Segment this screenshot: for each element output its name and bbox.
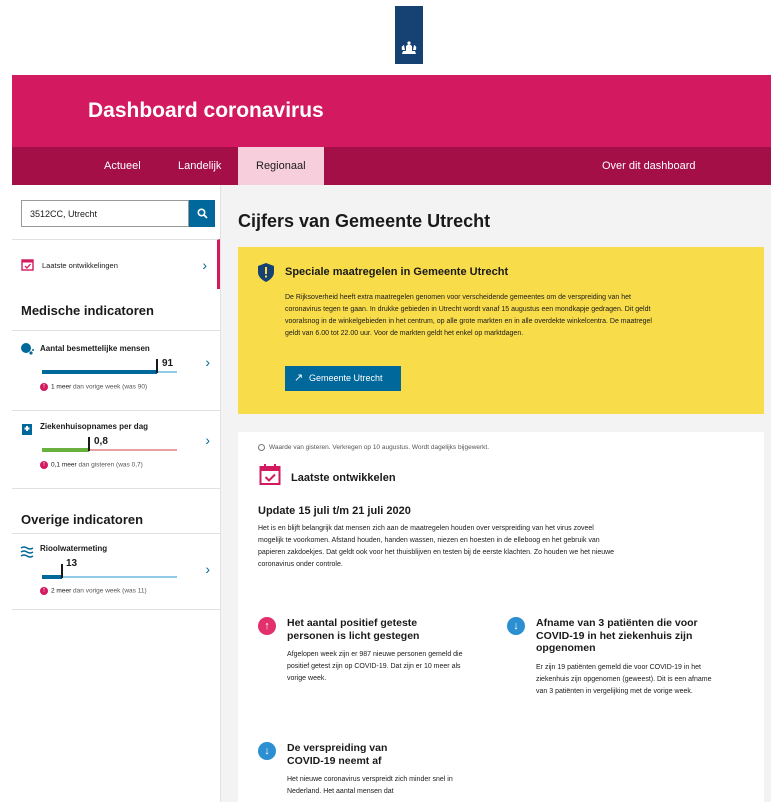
chevron-right-icon: › xyxy=(205,561,210,577)
chevron-right-icon: › xyxy=(202,257,207,273)
medical-indicators-heading: Medische indicatoren xyxy=(21,303,154,318)
sidebar-item-laatste-ontwikkelingen[interactable]: Laatste ontwikkelingen › xyxy=(12,239,220,289)
clock-icon xyxy=(258,444,265,451)
tab-actueel[interactable]: Actueel xyxy=(104,147,141,185)
indicator-bar-fill xyxy=(42,448,89,452)
divider xyxy=(12,609,220,610)
special-measures-notice: Speciale maatregelen in Gemeente Utrecht… xyxy=(238,247,764,414)
indicator-bar xyxy=(42,359,177,374)
virus-person-icon xyxy=(21,343,34,355)
shield-alert-icon xyxy=(258,263,274,282)
indicator-ziekenhuisopnames[interactable]: Ziekenhuisopnames per dag 0,8 › ↑ 0,1 mee… xyxy=(12,410,220,488)
gemeente-utrecht-button[interactable]: ↗ Gemeente Utrecht xyxy=(285,366,401,391)
indicator-delta: ↑ 2 meer dan vorige week (was 11) xyxy=(40,587,147,595)
calendar-icon xyxy=(21,259,34,271)
indicator-bar-fill xyxy=(42,370,157,374)
main-nav: Actueel Landelijk Regionaal Over dit das… xyxy=(12,147,771,185)
chevron-right-icon: › xyxy=(205,432,210,448)
arrow-up-icon: ↑ xyxy=(40,461,48,469)
chevron-right-icon: › xyxy=(205,354,210,370)
page-title: Cijfers van Gemeente Utrecht xyxy=(238,211,491,231)
arrow-up-icon: ↑ xyxy=(258,617,276,635)
tab-regionaal[interactable]: Regionaal xyxy=(238,147,324,185)
fact-positive-tests: ↑ Het aantal positief geteste personen i… xyxy=(258,617,478,697)
indicator-rioolwatermeting[interactable]: Rioolwatermeting 13 › ↑ 2 meer dan vorige… xyxy=(12,533,220,609)
arrow-up-right-icon: ↗ xyxy=(294,372,304,384)
card-heading: Laatste ontwikkelen xyxy=(291,472,396,484)
tab-over-dit-dashboard[interactable]: Over dit dashboard xyxy=(602,147,696,185)
indicator-value: 0,8 xyxy=(94,436,108,447)
calendar-icon xyxy=(259,464,281,485)
sidebar-item-label: Laatste ontwikkelingen xyxy=(42,261,118,270)
fact-spread-decreasing: ↓ De verspreiding van COVID-19 neemt af … xyxy=(258,742,478,802)
update-title: Update 15 juli t/m 21 juli 2020 xyxy=(258,505,411,517)
fact-title: Het aantal positief geteste personen is … xyxy=(287,617,420,642)
indicator-bar xyxy=(42,564,177,579)
indicator-value: 91 xyxy=(162,358,174,369)
search-icon xyxy=(196,208,208,219)
arrow-up-icon: ↑ xyxy=(40,383,48,391)
indicator-bar-marker xyxy=(88,437,90,451)
arrow-up-icon: ↑ xyxy=(40,587,48,595)
fact-hospital-admissions: ↓ Afname van 3 patiënten die voor COVID-… xyxy=(507,617,727,717)
indicator-value: 13 xyxy=(66,558,78,569)
fact-text: Er zijn 19 patiënten gemeld die voor COV… xyxy=(536,664,712,695)
indicator-title: Rioolwatermeting xyxy=(40,544,108,553)
fact-title: De verspreiding van COVID-19 neemt af xyxy=(287,742,388,767)
hospital-icon xyxy=(22,424,32,435)
search-button[interactable] xyxy=(189,200,215,227)
sidebar: Laatste ontwikkelingen › Medische indica… xyxy=(12,185,221,802)
header-banner: Dashboard coronavirus xyxy=(12,75,771,147)
indicator-bar xyxy=(42,437,177,452)
arrow-down-icon: ↓ xyxy=(258,742,276,760)
indicator-title: Ziekenhuisopnames per dag xyxy=(40,422,149,431)
indicator-bar-fill xyxy=(42,575,62,579)
fact-title: Afname van 3 patiënten die voor COVID-19… xyxy=(536,617,698,654)
search-input[interactable] xyxy=(21,200,189,227)
water-waves-icon xyxy=(20,546,34,558)
indicator-bar-marker xyxy=(156,359,158,373)
top-bar xyxy=(12,0,771,75)
fact-text: Het nieuwe coronavirus verspreidt zich m… xyxy=(287,776,453,795)
indicator-title: Aantal besmettelijke mensen xyxy=(40,344,150,353)
indicator-bar-marker xyxy=(61,564,63,578)
update-text: Het is en blijft belangrijk dat mensen z… xyxy=(258,525,615,568)
indicator-besmettelijke-mensen[interactable]: Aantal besmettelijke mensen 91 › ↑ 1 meer… xyxy=(12,330,220,410)
indicator-delta: ↑ 1 meer dan vorige week (was 90) xyxy=(40,383,147,391)
button-label: Gemeente Utrecht xyxy=(309,373,383,383)
divider xyxy=(12,488,220,489)
indicator-delta: ↑ 0,1 meer dan gisteren (was 0,7) xyxy=(40,461,143,469)
notice-text: De Rijksoverheid heeft extra maatregelen… xyxy=(285,294,652,337)
fact-text: Afgelopen week zijn er 987 nieuwe person… xyxy=(287,651,463,682)
update-meta: Waarde van gisteren. Verkregen op 10 aug… xyxy=(258,444,489,451)
latest-developments-card: Waarde van gisteren. Verkregen op 10 aug… xyxy=(238,432,764,802)
government-crest-icon xyxy=(395,6,423,64)
tab-landelijk[interactable]: Landelijk xyxy=(178,147,221,185)
other-indicators-heading: Overige indicatoren xyxy=(21,512,144,527)
arrow-down-icon: ↓ xyxy=(507,617,525,635)
notice-title: Speciale maatregelen in Gemeente Utrecht xyxy=(285,266,509,278)
dashboard-title: Dashboard coronavirus xyxy=(88,99,324,122)
main-content: Cijfers van Gemeente Utrecht Speciale ma… xyxy=(221,185,771,802)
